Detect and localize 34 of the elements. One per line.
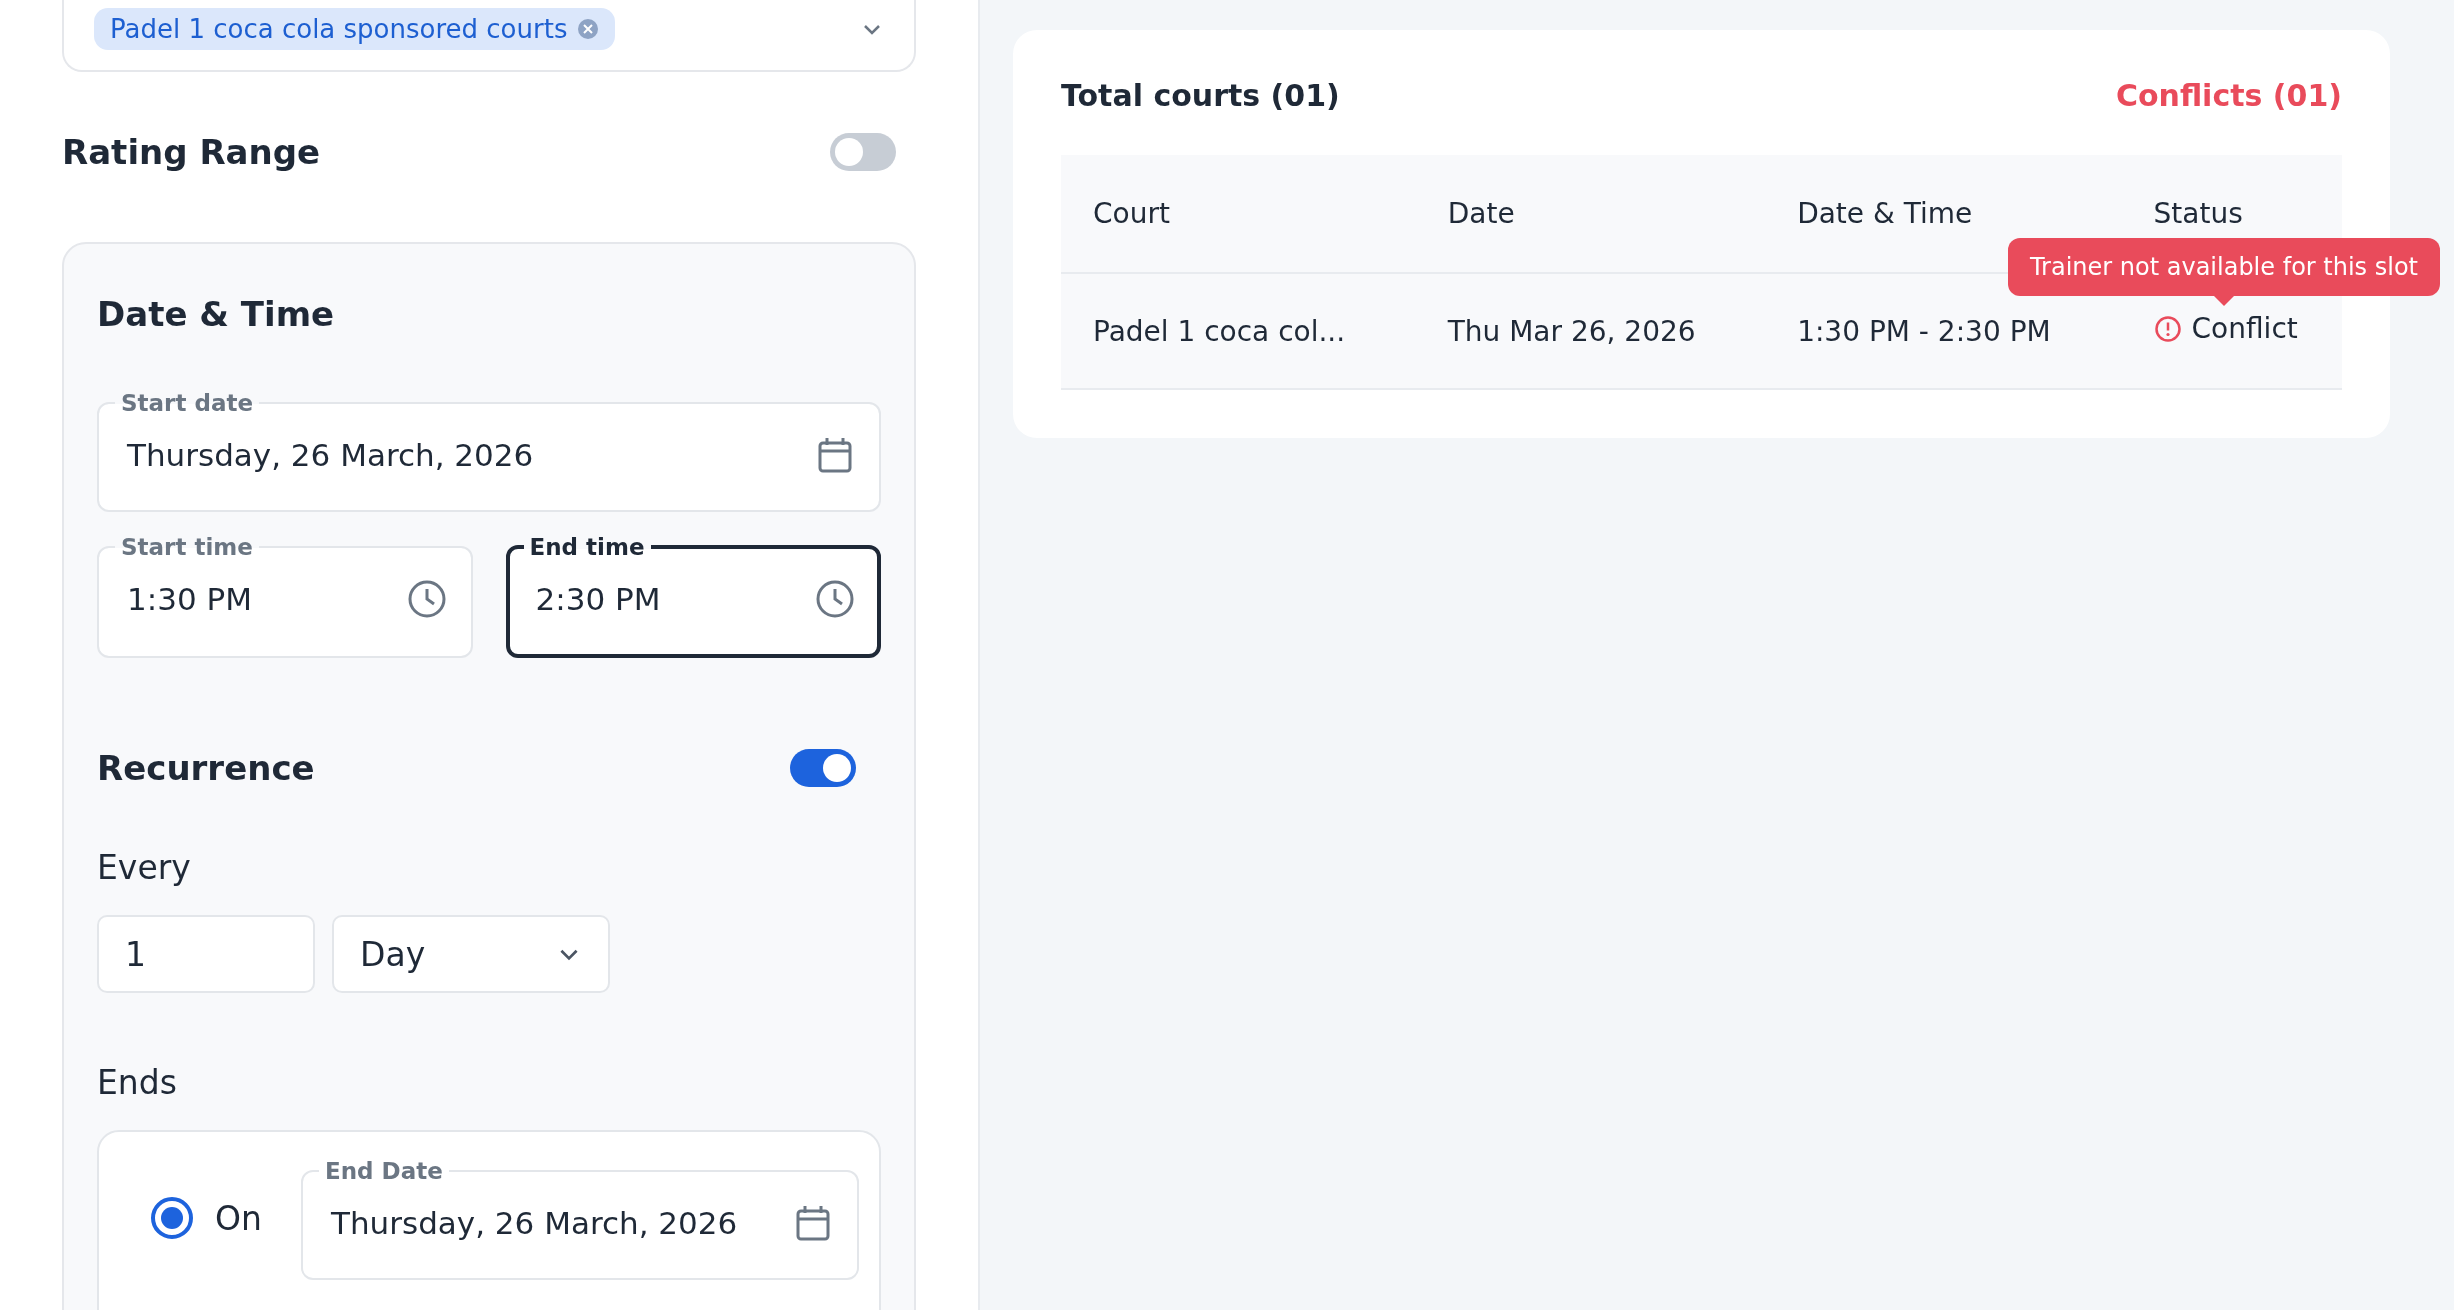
ends-label: Ends bbox=[97, 1063, 178, 1102]
unit-select[interactable]: Day bbox=[332, 915, 610, 993]
clock-icon[interactable] bbox=[815, 579, 855, 619]
tooltip-pointer bbox=[2213, 296, 2234, 306]
table-cell: Padel 1 coca col... bbox=[1061, 273, 1416, 389]
clock-icon[interactable] bbox=[406, 579, 447, 619]
alert-icon bbox=[2153, 314, 2182, 343]
field-value: Thursday, 26 March, 2026 bbox=[127, 437, 534, 473]
tooltip: Trainer not available for this slot bbox=[2007, 238, 2440, 296]
table-cell: Thu Mar 26, 2026 bbox=[1415, 273, 1766, 389]
court-chip[interactable]: Padel 1 coca cola sponsored courts bbox=[94, 8, 616, 50]
field-label: End Date bbox=[324, 1157, 444, 1186]
field-value: 2:30 PM bbox=[535, 581, 661, 617]
total-courts-title: Total courts (01) bbox=[1061, 78, 1340, 113]
field-value: Thursday, 26 March, 2026 bbox=[331, 1205, 738, 1241]
section-title: Rating Range bbox=[62, 132, 321, 172]
radio-label: On bbox=[215, 1198, 262, 1238]
field-label: End time bbox=[528, 533, 646, 562]
toggle-switch[interactable] bbox=[830, 133, 896, 171]
section-title: Recurrence bbox=[97, 748, 315, 788]
status-cell: Conflict bbox=[2153, 312, 2298, 346]
radio-button[interactable] bbox=[151, 1197, 193, 1239]
column-header: Date bbox=[1415, 155, 1766, 273]
section-title: Date & Time bbox=[97, 294, 336, 334]
field-label: Start date bbox=[120, 389, 254, 418]
field-value: 1:30 PM bbox=[127, 581, 252, 617]
column-header: Court bbox=[1061, 155, 1416, 273]
field-label: Start time bbox=[120, 533, 254, 562]
conflicts-count: Conflicts (01) bbox=[2115, 78, 2342, 113]
toggle-switch[interactable] bbox=[790, 749, 856, 787]
interval-field[interactable]: 1 bbox=[97, 915, 315, 993]
remove-icon[interactable] bbox=[577, 18, 600, 40]
every-label: Every bbox=[97, 848, 192, 887]
courts-field[interactable]: Padel 1 coca cola sponsored courts bbox=[62, 0, 916, 72]
